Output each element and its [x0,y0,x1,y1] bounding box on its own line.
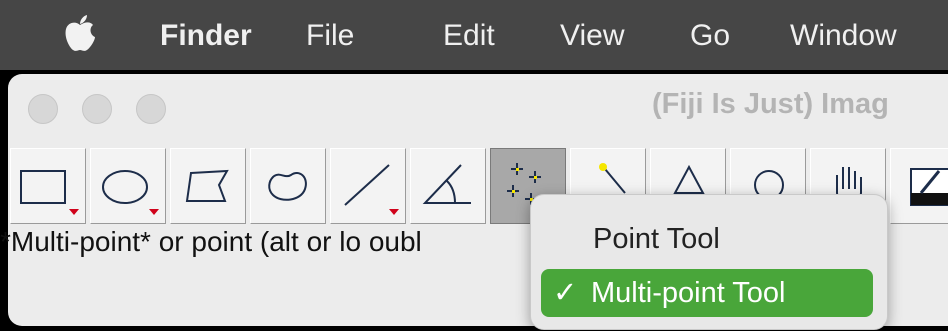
angle-tool-icon [422,164,471,204]
freehand-tool-button[interactable] [250,148,326,224]
polygon-tool-button[interactable] [170,148,246,224]
minimize-button[interactable] [82,94,112,124]
menu-finder[interactable]: Finder [160,16,252,56]
point-tool-menu-item[interactable]: Point Tool [541,215,873,263]
oval-tool-button[interactable] [90,148,166,224]
checkmark-icon: ✓ [553,277,578,309]
rectangle-tool-button[interactable] [10,148,86,224]
menu-edit[interactable]: Edit [443,16,495,56]
multi-point-tool-label: Multi-point Tool [591,277,786,309]
freehand-tool-icon [268,171,307,201]
line-tool-button[interactable] [330,148,406,224]
close-button[interactable] [28,94,58,124]
line-tool-icon [344,164,399,215]
apple-logo-icon[interactable] [62,14,98,54]
window-title: (Fiji Is Just) Imag [652,88,889,120]
zoom-button[interactable] [136,94,166,124]
dropper-tool-icon [910,168,948,206]
point-tool-label: Point Tool [593,223,720,255]
point-tool-popup-menu: Point Tool ✓ Multi-point Tool [530,194,888,330]
menu-go[interactable]: Go [690,16,730,56]
rectangle-tool-icon [20,170,79,215]
menu-view[interactable]: View [560,16,624,56]
dropper-tool-button[interactable] [890,148,948,224]
menu-window[interactable]: Window [790,16,897,56]
oval-tool-icon [102,170,159,215]
multi-point-tool-menu-item[interactable]: ✓ Multi-point Tool [541,269,873,317]
polygon-tool-icon [185,169,229,202]
menu-file[interactable]: File [306,16,354,56]
title-bar: (Fiji Is Just) Imag [8,74,948,140]
menu-bar: Finder File Edit View Go Window [0,0,948,70]
angle-tool-button[interactable] [410,148,486,224]
